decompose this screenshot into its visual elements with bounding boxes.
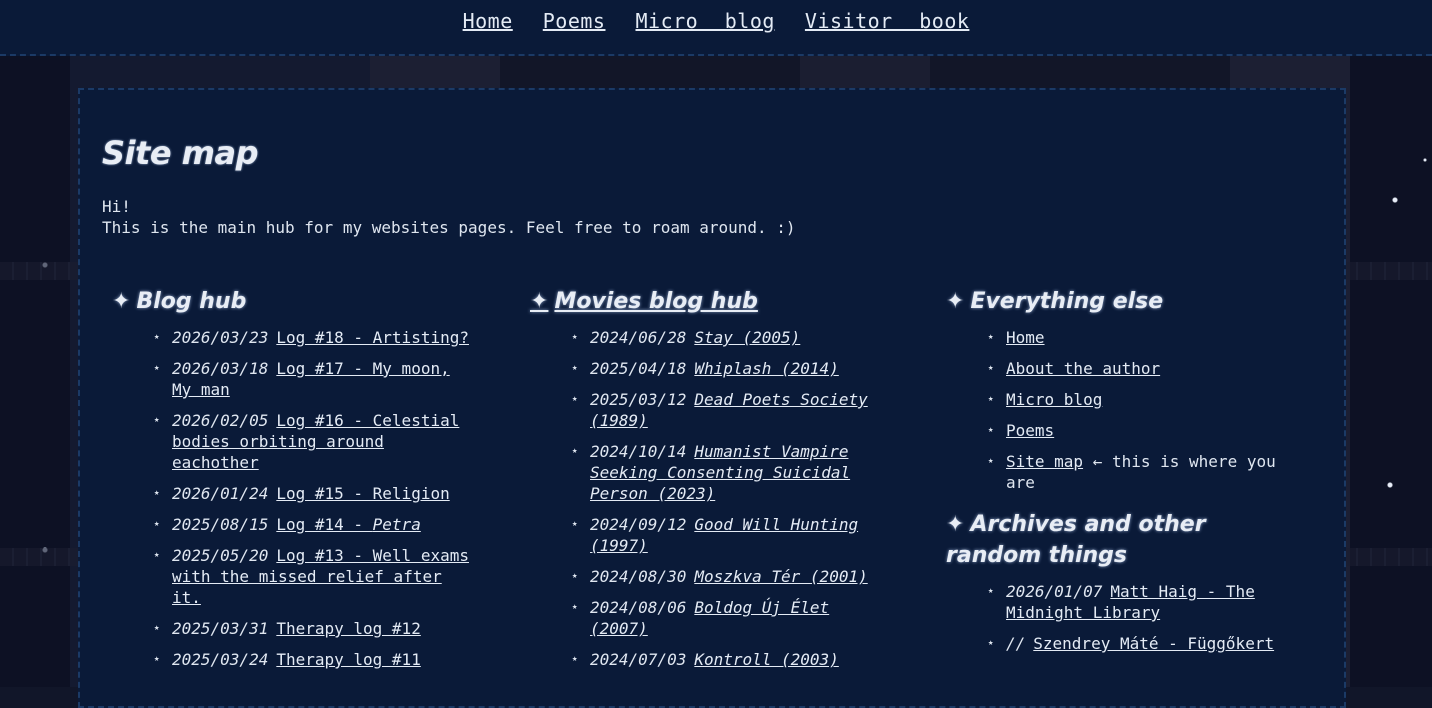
archive-link[interactable]: Szendrey Máté - Függőkert (1033, 634, 1274, 653)
post-link[interactable]: Therapy log #11 (276, 650, 421, 669)
list-item: // Szendrey Máté - Függőkert (988, 633, 1306, 654)
list-item: 2025/03/24 Therapy log #11 (154, 649, 472, 670)
movie-link[interactable]: Stay (2005) (694, 328, 800, 347)
page-link-site-map[interactable]: Site map (1006, 452, 1083, 471)
page-link-home[interactable]: Home (1006, 328, 1045, 347)
sparkle-icon: ✦ (946, 512, 965, 537)
blog-hub-heading-text: Blog hub (136, 289, 247, 314)
movie-link[interactable]: Whiplash (2014) (694, 359, 839, 378)
list-item: 2024/08/30 Moszkva Tér (2001) (572, 566, 890, 587)
post-date: 2025/03/12 (590, 390, 687, 409)
post-date: 2025/04/18 (590, 359, 687, 378)
list-item: 2024/09/12Good Will Hunting (1997) (572, 514, 890, 556)
list-item: Home (988, 327, 1306, 348)
post-link[interactable]: Log #15 - Religion (276, 484, 449, 503)
list-item: 2026/02/05Log #16 - Celestial bodies orb… (154, 410, 472, 473)
post-link[interactable]: Therapy log #12 (276, 619, 421, 638)
list-item: 2026/01/07Matt Haig - The Midnight Libra… (988, 581, 1306, 623)
list-item: Micro blog (988, 389, 1306, 410)
main-panel: Site map Hi! This is the main hub for my… (78, 88, 1346, 708)
list-item: 2024/06/28 Stay (2005) (572, 327, 890, 348)
intro-text: Hi! This is the main hub for my websites… (102, 196, 796, 238)
post-date: 2025/03/24 (172, 650, 269, 669)
page-title: Site map (102, 134, 259, 172)
list-item: 2026/03/23 Log #18 - Artisting? (154, 327, 472, 348)
top-navigation: Home Poems Micro blog Visitor book (0, 0, 1432, 56)
post-date: 2026/03/23 (172, 328, 269, 347)
movies-hub-list: 2024/06/28 Stay (2005) 2025/04/18 Whiplash… (530, 327, 890, 670)
page-link-about[interactable]: About the author (1006, 359, 1160, 378)
post-link-prefix: Log #14 - (276, 515, 373, 534)
archives-list: 2026/01/07Matt Haig - The Midnight Libra… (946, 581, 1306, 654)
post-link-emphasis: Petra (372, 515, 421, 534)
post-date: 2026/02/05 (172, 411, 269, 430)
post-date: 2024/06/28 (590, 328, 687, 347)
post-date: 2026/01/07 (1006, 582, 1103, 601)
everything-else-heading: ✦ Everything else (946, 286, 1326, 317)
list-item: About the author (988, 358, 1306, 379)
nav-link-home[interactable]: Home (463, 9, 513, 33)
everything-else-list: Home About the author Micro blog Poems S… (946, 327, 1306, 493)
post-date: 2025/05/20 (172, 546, 269, 565)
movies-hub-section: ✦Movies blog hub 2024/06/28 Stay (2005) 2… (530, 286, 900, 670)
blog-hub-section: ✦Blog hub 2026/03/23 Log #18 - Artisting?… (112, 286, 472, 670)
list-item: 2024/08/06Boldog Új Élet (2007) (572, 597, 890, 639)
list-item: Poems (988, 420, 1306, 441)
post-date: 2024/10/14 (590, 442, 687, 461)
post-date: 2024/09/12 (590, 515, 687, 534)
everything-else-section: ✦Everything else Home About the author M… (946, 286, 1326, 654)
sparkle-icon: ✦ (946, 289, 965, 314)
post-date: 2024/08/06 (590, 598, 687, 617)
archives-heading: ✦ Archives and other random things (946, 509, 1306, 571)
movie-link[interactable]: Kontroll (2003) (694, 650, 839, 669)
page-link-micro-blog[interactable]: Micro blog (1006, 390, 1102, 409)
nav-link-poems[interactable]: Poems (543, 9, 606, 33)
post-date: 2026/01/24 (172, 484, 269, 503)
intro-greeting: Hi! (102, 197, 131, 216)
post-link[interactable]: Log #14 - Petra (276, 515, 421, 534)
list-item: 2025/05/20Log #13 - Well exams with the … (154, 545, 472, 608)
list-item: 2025/03/12Dead Poets Society (1989) (572, 389, 890, 431)
post-link[interactable]: Log #18 - Artisting? (276, 328, 469, 347)
list-item: Site map ← this is where you are (988, 451, 1306, 493)
list-item: 2024/10/14Humanist Vampire Seeking Conse… (572, 441, 890, 504)
post-date: 2024/08/30 (590, 567, 687, 586)
list-item: 2025/03/31 Therapy log #12 (154, 618, 472, 639)
post-date: 2026/03/18 (172, 359, 269, 378)
post-date: // (1006, 634, 1026, 653)
blog-hub-list: 2026/03/23 Log #18 - Artisting? 2026/03/1… (112, 327, 472, 670)
list-item: 2026/01/24 Log #15 - Religion (154, 483, 472, 504)
nav-link-micro-blog[interactable]: Micro blog (635, 9, 774, 33)
post-date: 2024/07/03 (590, 650, 687, 669)
blog-hub-heading: ✦ Blog hub (112, 286, 472, 317)
list-item: 2024/07/03 Kontroll (2003) (572, 649, 890, 670)
nav-link-visitor-book[interactable]: Visitor book (805, 9, 970, 33)
page-link-poems[interactable]: Poems (1006, 421, 1054, 440)
list-item: 2026/03/18Log #17 - My moon, My man (154, 358, 472, 400)
archives-heading-text: Archives and other random things (946, 512, 1206, 568)
intro-description: This is the main hub for my websites pag… (102, 218, 796, 237)
post-date: 2025/03/31 (172, 619, 269, 638)
post-date: 2025/08/15 (172, 515, 269, 534)
sparkle-icon: ✦ (112, 289, 131, 314)
list-item: 2025/08/15 Log #14 - Petra (154, 514, 472, 535)
everything-else-heading-text: Everything else (970, 289, 1164, 314)
list-item: 2025/04/18 Whiplash (2014) (572, 358, 890, 379)
sparkle-icon: ✦ (530, 289, 549, 314)
movies-hub-heading[interactable]: ✦ Movies blog hub (530, 286, 900, 317)
movie-link[interactable]: Moszkva Tér (2001) (694, 567, 867, 586)
movies-hub-heading-text: Movies blog hub (554, 289, 758, 314)
